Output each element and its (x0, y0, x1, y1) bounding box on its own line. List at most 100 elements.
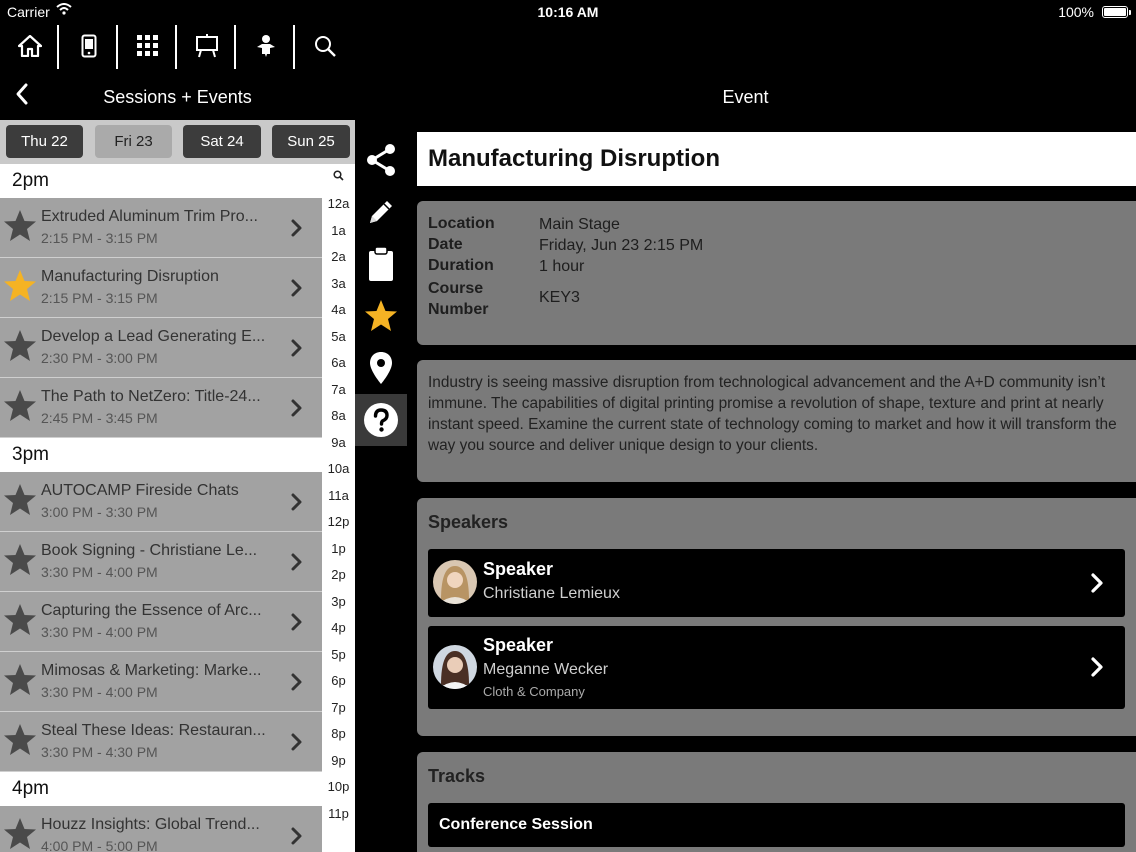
speaker-row[interactable]: Speaker Meganne Wecker Cloth & Company (428, 626, 1125, 709)
day-tab-fri[interactable]: Fri 23 (95, 125, 172, 158)
day-tab-sun[interactable]: Sun 25 (272, 125, 350, 158)
session-time: 2:15 PM - 3:15 PM (41, 290, 158, 306)
favorite-star-icon[interactable] (2, 602, 38, 638)
speaker-label: Speaker (483, 635, 554, 655)
section-header: 4pm (0, 772, 322, 806)
day-tab-sat[interactable]: Sat 24 (183, 125, 261, 158)
clipboard-button[interactable] (355, 238, 407, 290)
hour-index-item[interactable]: 5p (322, 647, 355, 662)
location-value: Main Stage (539, 216, 620, 233)
home-button[interactable] (0, 22, 59, 70)
hour-index-item[interactable]: 9a (322, 435, 355, 450)
hour-index-item[interactable]: 7p (322, 700, 355, 715)
duration-label: Duration (428, 257, 494, 274)
favorite-star-icon[interactable] (2, 542, 38, 578)
hour-index-item[interactable]: 2a (322, 249, 355, 264)
session-title: Houzz Insights: Global Trend... (41, 816, 260, 833)
hour-index-item[interactable]: 2p (322, 567, 355, 582)
phone-button[interactable] (59, 22, 118, 70)
session-row[interactable]: Book Signing - Christiane Le... 3:30 PM -… (0, 532, 322, 592)
session-row[interactable]: Steal These Ideas: Restauran... 3:30 PM -… (0, 712, 322, 772)
section-header: 3pm (0, 438, 322, 472)
hour-index-item[interactable]: 11a (322, 488, 355, 503)
hour-index-item[interactable]: 8p (322, 726, 355, 741)
help-icon (364, 403, 398, 437)
edit-note-button[interactable] (355, 186, 407, 238)
chevron-right-icon (291, 279, 302, 297)
session-title: Extruded Aluminum Trim Pro... (41, 208, 258, 225)
session-row[interactable]: AUTOCAMP Fireside Chats 3:00 PM - 3:30 PM (0, 472, 322, 532)
favorite-star-icon[interactable] (2, 816, 38, 852)
favorite-star-icon[interactable] (2, 328, 38, 364)
help-button[interactable] (355, 394, 407, 446)
session-row[interactable]: Manufacturing Disruption 2:15 PM - 3:15 P… (0, 258, 322, 318)
favorite-button[interactable] (355, 290, 407, 342)
session-title: Develop a Lead Generating E... (41, 328, 266, 345)
chevron-right-icon (291, 219, 302, 237)
hour-index-item[interactable]: 1a (322, 223, 355, 238)
session-row[interactable]: Develop a Lead Generating E... 2:30 PM - … (0, 318, 322, 378)
hour-index-item[interactable]: 3a (322, 276, 355, 291)
left-nav-title: Sessions + Events (103, 87, 252, 107)
event-navbar: Event (355, 70, 1136, 120)
hour-index-item[interactable]: 6p (322, 673, 355, 688)
hour-index-item[interactable]: 4a (322, 302, 355, 317)
index-search-icon[interactable] (333, 170, 344, 181)
favorite-star-icon[interactable] (2, 482, 38, 518)
session-title: Mimosas & Marketing: Marke... (41, 662, 262, 679)
hour-index-item[interactable]: 7a (322, 382, 355, 397)
date-label: Date (428, 236, 463, 253)
track-item[interactable]: Conference Session (428, 803, 1125, 847)
session-title: Manufacturing Disruption (41, 268, 219, 285)
location-button[interactable] (355, 342, 407, 394)
session-row[interactable]: Extruded Aluminum Trim Pro... 2:15 PM - 3… (0, 198, 322, 258)
session-time: 4:00 PM - 5:00 PM (41, 838, 158, 852)
event-action-bar (355, 134, 407, 446)
hour-index-item[interactable]: 9p (322, 753, 355, 768)
session-row[interactable]: Mimosas & Marketing: Marke... 3:30 PM - 4… (0, 652, 322, 712)
session-row[interactable]: Capturing the Essence of Arc... 3:30 PM -… (0, 592, 322, 652)
chevron-right-icon (1091, 657, 1103, 677)
hour-index-item[interactable]: 10a (322, 461, 355, 476)
hour-index-item[interactable]: 1p (322, 541, 355, 556)
chevron-right-icon (291, 553, 302, 571)
session-row[interactable]: The Path to NetZero: Title-24... 2:45 PM … (0, 378, 322, 438)
phone-icon (81, 34, 96, 58)
share-button[interactable] (355, 134, 407, 186)
qr-code-button[interactable] (118, 22, 177, 70)
home-icon (17, 35, 42, 57)
hour-index-item[interactable]: 8a (322, 408, 355, 423)
hour-index-item[interactable]: 12p (322, 514, 355, 529)
favorite-star-icon[interactable] (2, 268, 38, 304)
hour-index-item[interactable]: 12a (322, 196, 355, 211)
speakers-card: Speakers Speaker Christiane Lemieux Spea… (417, 498, 1136, 736)
course-number-value: KEY3 (539, 289, 580, 306)
speakers-button[interactable] (236, 22, 295, 70)
search-button[interactable] (295, 22, 354, 70)
hour-index-item[interactable]: 6a (322, 355, 355, 370)
hour-index-item[interactable]: 4p (322, 620, 355, 635)
session-time: 3:00 PM - 3:30 PM (41, 504, 158, 520)
session-title: Capturing the Essence of Arc... (41, 602, 262, 619)
favorite-star-icon[interactable] (2, 662, 38, 698)
event-info-card: Location Main Stage Date Friday, Jun 23 … (417, 201, 1136, 345)
event-nav-title: Event (722, 87, 769, 107)
share-icon (367, 144, 395, 176)
clipboard-icon (369, 246, 393, 281)
session-list[interactable]: 2pm Extruded Aluminum Trim Pro... 2:15 PM … (0, 164, 322, 852)
hour-index-item[interactable]: 5a (322, 329, 355, 344)
favorite-star-icon[interactable] (2, 208, 38, 244)
day-tab-thu[interactable]: Thu 22 (6, 125, 83, 158)
left-navbar: Sessions + Events (0, 70, 355, 120)
exhibitors-button[interactable] (177, 22, 236, 70)
hour-index-item[interactable]: 10p (322, 779, 355, 794)
hour-index-item[interactable]: 3p (322, 594, 355, 609)
favorite-star-icon[interactable] (2, 388, 38, 424)
hour-index-item[interactable]: 11p (322, 806, 355, 821)
speaker-row[interactable]: Speaker Christiane Lemieux (428, 549, 1125, 617)
speaker-person-icon (256, 35, 275, 57)
hour-index[interactable]: 12a 1a 2a 3a 4a 5a 6a 7a 8a 9a 10a 11a 12p 1p 2p 3p 4p 5p… (322, 164, 355, 852)
session-time: 2:30 PM - 3:00 PM (41, 350, 158, 366)
session-row[interactable]: Houzz Insights: Global Trend... 4:00 PM -… (0, 806, 322, 852)
favorite-star-icon[interactable] (2, 722, 38, 758)
